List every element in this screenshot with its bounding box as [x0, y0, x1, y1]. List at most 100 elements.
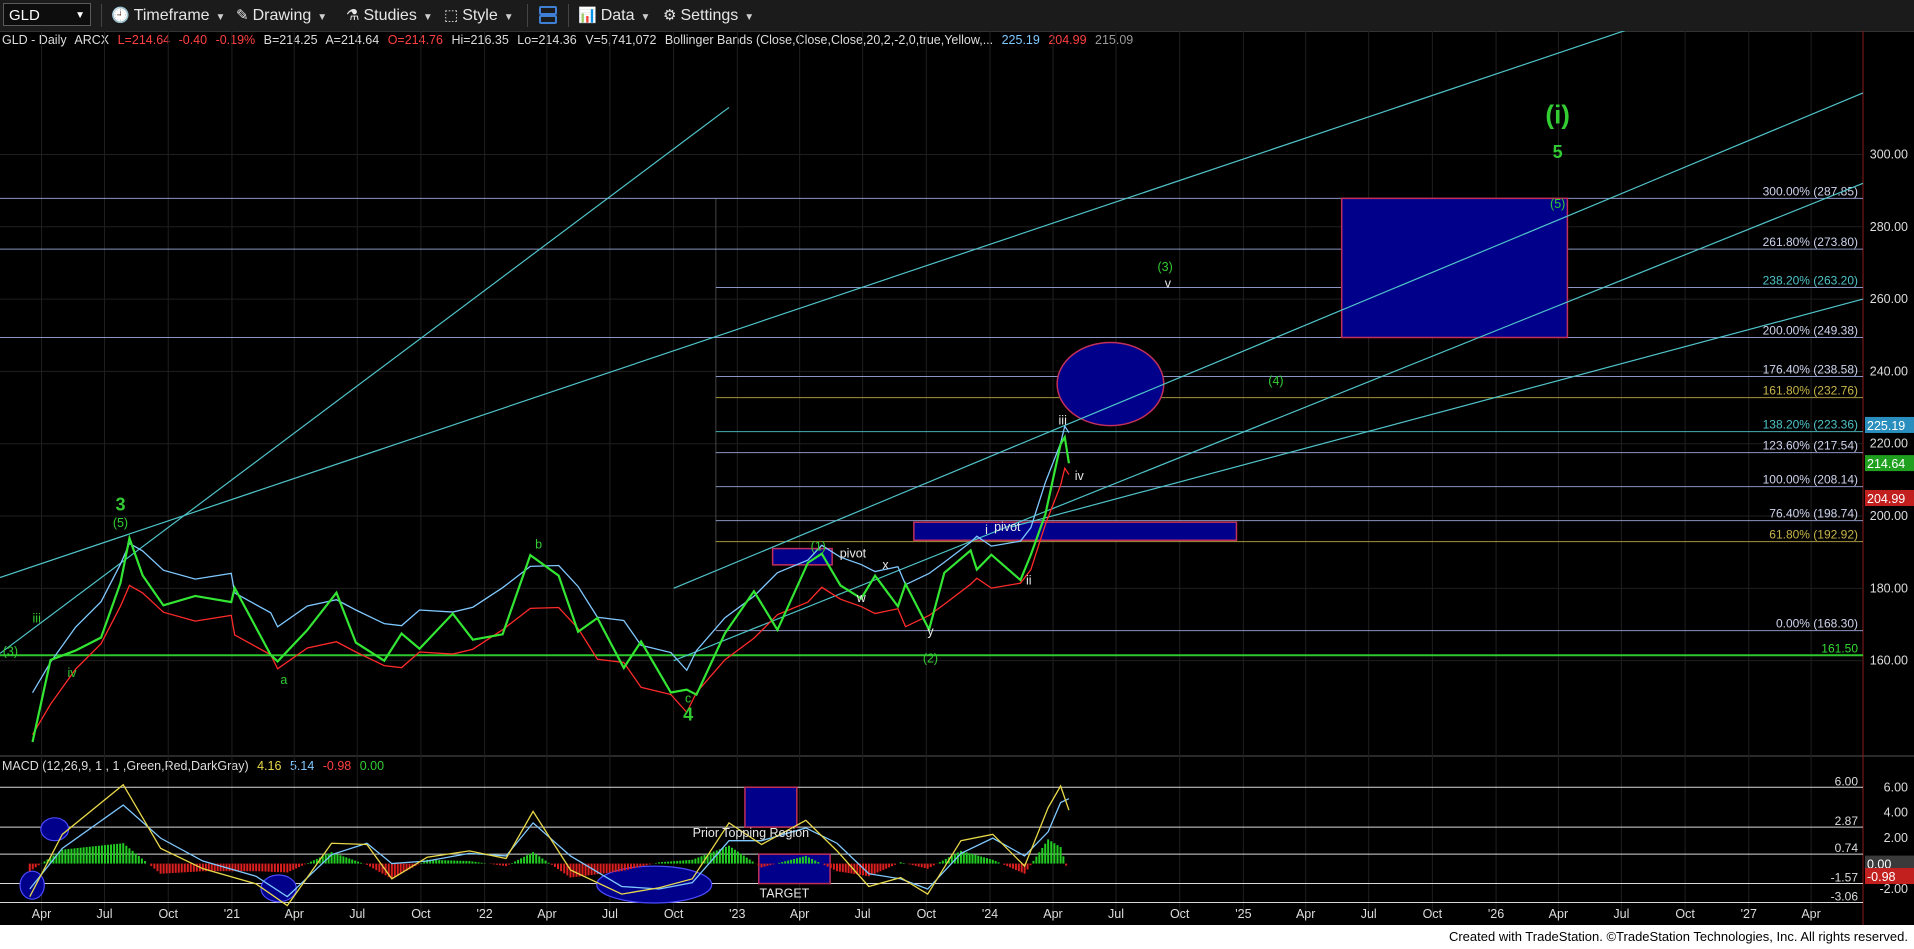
settings-label: Settings: [680, 7, 739, 24]
price-tag-label: 225.19: [1867, 419, 1905, 433]
fib-level-label: 123.60% (217.54): [1763, 439, 1858, 453]
x-tick-label: '24: [982, 907, 998, 921]
y-tick-label: 180.00: [1870, 581, 1908, 595]
price-line: [31, 434, 1071, 743]
settings-caret-icon: ▼: [744, 12, 755, 23]
wave-label: 5: [1553, 142, 1563, 162]
macd-level-label: 2.87: [1835, 814, 1859, 828]
pivot-label: pivot: [840, 547, 867, 561]
y-tick-label: 160.00: [1870, 654, 1908, 668]
x-tick-label: Apr: [32, 907, 51, 921]
x-tick-label: Oct: [917, 907, 937, 921]
wave-label: ii: [1026, 574, 1032, 588]
macd-ellipse: [596, 865, 713, 904]
symbol-input[interactable]: GLD ▼: [3, 3, 91, 26]
bollinger-upper-band: [31, 424, 1070, 694]
wave-label: a: [280, 673, 287, 687]
toolbar-separator: [568, 4, 569, 27]
y-tick-label: 260.00: [1870, 292, 1908, 306]
y-tick-label: 240.00: [1870, 364, 1908, 378]
style-menu[interactable]: ⬚ Style ▼: [444, 3, 514, 28]
wave-label: c: [685, 691, 691, 705]
macd-level-label: -3.06: [1831, 890, 1859, 904]
drawing-menu[interactable]: ✎ Drawing ▼: [236, 3, 327, 28]
wave-label: i: [985, 523, 988, 537]
fib-level-label: 161.50: [1821, 641, 1858, 655]
symbol-text: GLD: [9, 7, 40, 24]
wave-label: (5): [1550, 197, 1565, 211]
pencil-icon: ✎: [236, 7, 249, 24]
macd-tag-label: -0.98: [1867, 870, 1896, 884]
toolbar-separator: [101, 4, 102, 27]
y-tick-label: 300.00: [1870, 147, 1908, 161]
x-tick-label: '22: [476, 907, 492, 921]
macd-y-tick-label: -2.00: [1880, 882, 1909, 896]
data-label: Data: [600, 7, 635, 24]
wave-label: (i): [1545, 100, 1570, 130]
x-tick-label: '21: [224, 907, 240, 921]
x-tick-label: Oct: [664, 907, 684, 921]
wave-label: w: [856, 591, 867, 605]
fib-level-label: 238.20% (263.20): [1763, 274, 1858, 288]
x-tick-label: Oct: [1423, 907, 1443, 921]
fib-level-label: 200.00% (249.38): [1763, 323, 1858, 337]
data-caret-icon: ▼: [640, 12, 651, 23]
wave-label: v: [1165, 277, 1172, 291]
x-tick-label: Apr: [790, 907, 809, 921]
fib-level-label: 76.40% (198.74): [1769, 507, 1858, 521]
wave-label: (2): [923, 651, 938, 665]
data-menu[interactable]: 📊 Data ▼: [578, 3, 650, 28]
macd-ellipse: [40, 817, 70, 842]
x-tick-label: '26: [1488, 907, 1504, 921]
macd-box: [758, 853, 831, 885]
wave-label: (3): [3, 644, 18, 658]
layout-icon: [539, 6, 557, 24]
x-tick-label: '25: [1235, 907, 1251, 921]
studies-menu[interactable]: ⚗ Studies ▼: [346, 3, 433, 28]
fib-level-label: 176.40% (238.58): [1763, 363, 1858, 377]
settings-menu[interactable]: ⚙ Settings ▼: [663, 3, 754, 28]
wave-label: iii: [1059, 414, 1067, 428]
x-tick-label: Apr: [285, 907, 304, 921]
drawing-caret-icon: ▼: [317, 12, 328, 23]
gear-icon: ⚙: [663, 7, 677, 24]
layout-button[interactable]: [537, 5, 559, 25]
wave-label: b: [535, 538, 542, 552]
x-tick-label: Oct: [159, 907, 179, 921]
x-tick-label: Jul: [1108, 907, 1124, 921]
x-tick-label: Apr: [537, 907, 556, 921]
wave-label: y: [927, 624, 934, 638]
timeframe-menu[interactable]: 🕘 Timeframe ▼: [111, 3, 225, 28]
x-tick-label: Jul: [1361, 907, 1377, 921]
fib-level-label: 261.80% (273.80): [1763, 235, 1858, 249]
symbol-dropdown-icon[interactable]: ▼: [75, 4, 85, 27]
target-box: [913, 521, 1238, 542]
style-label: Style: [462, 7, 498, 24]
macd-signal-line: [29, 798, 1070, 898]
wave-label: 4: [683, 704, 693, 724]
macd-ellipse: [260, 874, 297, 903]
style-caret-icon: ▼: [503, 12, 514, 23]
wave-label: iii: [33, 612, 41, 626]
footer: Created with TradeStation. ©TradeStation…: [0, 925, 1914, 949]
x-tick-label: '23: [729, 907, 745, 921]
channel-line: [0, 106, 730, 654]
x-tick-label: Oct: [411, 907, 431, 921]
x-tick-label: Oct: [1170, 907, 1190, 921]
fib-level-label: 161.80% (232.76): [1763, 384, 1858, 398]
fib-level-label: 61.80% (192.92): [1769, 528, 1858, 542]
macd-y-tick-label: 6.00: [1884, 780, 1908, 794]
macd-y-tick-label: 4.00: [1884, 806, 1908, 820]
price-chart[interactable]: Apr Jul Oct '21 Apr Jul Oct '22 Apr Jul Oct '23 Apr J…: [0, 31, 1914, 925]
wave-label: (3): [1158, 260, 1173, 274]
toolbar-separator: [527, 4, 528, 27]
fib-level-label: 138.20% (223.36): [1763, 418, 1858, 432]
x-tick-label: Jul: [97, 907, 113, 921]
macd-level-label: 0.74: [1835, 841, 1859, 855]
drawing-label: Drawing: [252, 7, 312, 24]
pivot-label: pivot: [994, 520, 1021, 534]
wave-label: (1): [811, 539, 826, 553]
macd-box-label: TARGET: [760, 887, 810, 901]
fib-level-label: 100.00% (208.14): [1763, 473, 1858, 487]
wave-label: x: [882, 558, 889, 572]
